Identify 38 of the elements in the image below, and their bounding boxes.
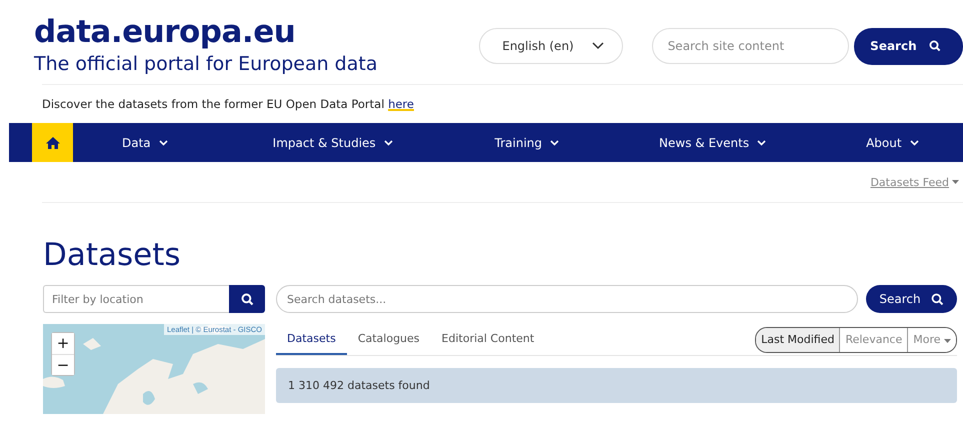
- nav-menu-item[interactable]: Training: [494, 136, 560, 150]
- chevron-down-icon: [158, 140, 168, 146]
- chevron-down-icon: [550, 140, 560, 146]
- nav-menu-item[interactable]: Impact & Studies: [272, 136, 393, 150]
- chevron-down-icon: [384, 140, 393, 146]
- tagline: The official portal for European data: [34, 52, 378, 77]
- search-button[interactable]: Search: [866, 285, 957, 313]
- home-icon: [44, 136, 60, 150]
- zoom-out-button[interactable]: −: [52, 354, 74, 375]
- results-count: 1 310 492 datasets found: [288, 379, 430, 392]
- caret-icon: [952, 180, 959, 184]
- here-link[interactable]: here: [388, 97, 414, 111]
- search-icon: [930, 292, 944, 306]
- logo[interactable]: data.europa.eu: [34, 14, 480, 50]
- datasets-feed-link[interactable]: Datasets Feed: [870, 176, 949, 188]
- home-button[interactable]: [32, 123, 73, 162]
- page-title: Datasets: [42, 236, 182, 275]
- location-filter-field[interactable]: Filter by location: [43, 285, 229, 313]
- sort-option[interactable]: Last Modified: [756, 328, 840, 352]
- search-button[interactable]: Search: [854, 28, 963, 64]
- dataset-search-field[interactable]: Search datasets...: [276, 285, 858, 313]
- chevron-down-icon: [592, 42, 604, 50]
- nav-menu-item[interactable]: Data: [122, 136, 168, 150]
- chevron-down-icon: [757, 140, 766, 146]
- caret-icon: [944, 339, 951, 343]
- search-field[interactable]: Search site content: [652, 28, 850, 64]
- language-select[interactable]: English (en): [479, 28, 623, 64]
- more-dropdown[interactable]: More: [907, 328, 956, 352]
- search-icon: [240, 292, 254, 306]
- tab[interactable]: Datasets: [276, 324, 347, 355]
- nav-menu-item[interactable]: News & Events: [659, 136, 766, 150]
- tab[interactable]: Editorial Content: [430, 324, 546, 355]
- nav-menu-item[interactable]: About: [866, 136, 919, 150]
- tab[interactable]: Catalogues: [346, 324, 431, 355]
- search-icon: [928, 40, 941, 52]
- chevron-down-icon: [910, 140, 919, 146]
- notice-text: Discover the datasets from the former EU Open Data Portal here: [41, 96, 415, 113]
- location-search-button[interactable]: [229, 285, 265, 313]
